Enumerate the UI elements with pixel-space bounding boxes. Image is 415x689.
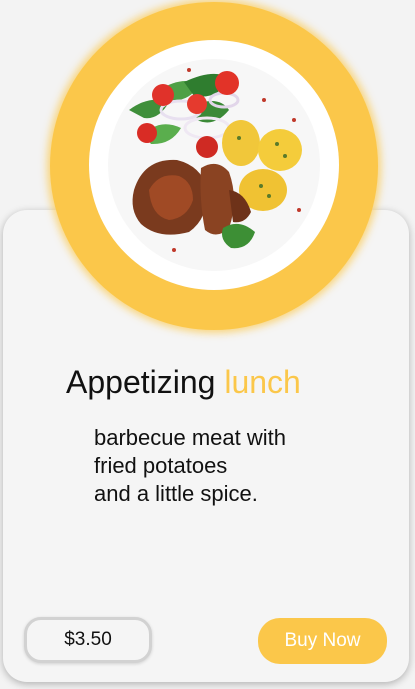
price-badge: $3.50 [24, 617, 152, 663]
product-title: Appetizing lunch [66, 364, 301, 401]
title-main: Appetizing [66, 364, 216, 400]
buy-now-button[interactable]: Buy Now [258, 618, 387, 664]
description-line-3: and a little spice. [94, 481, 258, 506]
description-line-2: fried potatoes [94, 453, 228, 478]
product-description: barbecue meat with fried potatoes and a … [94, 424, 374, 508]
price-value: $3.50 [64, 629, 112, 650]
food-plate-image [89, 40, 339, 290]
description-line-1: barbecue meat with [94, 425, 286, 450]
title-accent: lunch [224, 364, 301, 400]
